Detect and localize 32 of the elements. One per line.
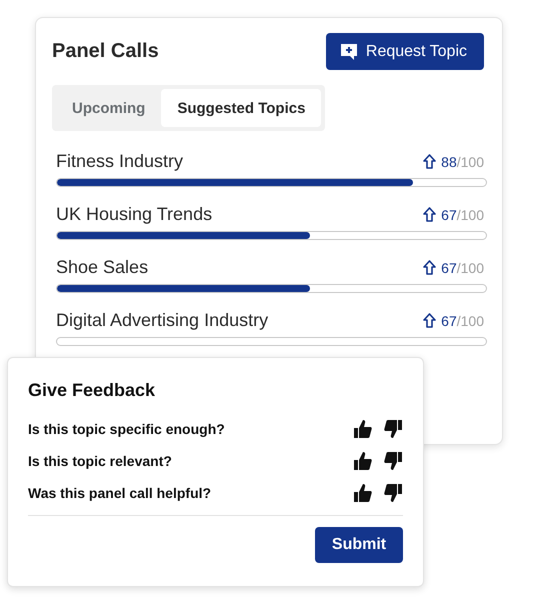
score-max: /100 [456, 154, 484, 170]
upvote-arrow-icon[interactable] [423, 207, 436, 222]
thumbs-down-icon[interactable] [383, 419, 403, 439]
thumbs-up-icon[interactable] [353, 451, 373, 471]
feedback-question: Is this topic relevant? [28, 453, 172, 469]
thumbs-up-icon[interactable] [353, 419, 373, 439]
score-value: 67 [441, 260, 457, 276]
submit-button[interactable]: Submit [315, 527, 403, 563]
score-max: /100 [456, 206, 484, 222]
topic-name: Digital Advertising Industry [56, 310, 268, 331]
score-value: 67 [441, 312, 457, 328]
upvote-arrow-icon[interactable] [423, 260, 436, 275]
score-value: 67 [441, 206, 457, 222]
upvote-arrow-icon[interactable] [423, 154, 436, 169]
thumbs-down-icon[interactable] [383, 451, 403, 471]
feedback-question: Was this panel call helpful? [28, 485, 212, 501]
score-max: /100 [456, 260, 484, 276]
topic-name: Shoe Sales [56, 257, 148, 278]
request-topic-button[interactable]: Request Topic [326, 33, 484, 70]
score-max: /100 [456, 312, 484, 328]
panel-title: Panel Calls [52, 40, 159, 63]
thumbs-up-icon[interactable] [353, 483, 373, 503]
feedback-question: Is this topic specific enough? [28, 421, 225, 437]
score-value: 88 [441, 154, 457, 170]
tab[interactable]: Suggested Topics [161, 89, 322, 127]
thumbs-down-icon[interactable] [383, 483, 403, 503]
topic-name: Fitness Industry [56, 151, 184, 172]
feedback-title: Give Feedback [28, 380, 156, 401]
add-comment-icon [340, 42, 358, 60]
upvote-arrow-icon[interactable] [423, 313, 436, 328]
topic-name: UK Housing Trends [56, 204, 212, 225]
tab[interactable]: Upcoming [56, 89, 162, 127]
